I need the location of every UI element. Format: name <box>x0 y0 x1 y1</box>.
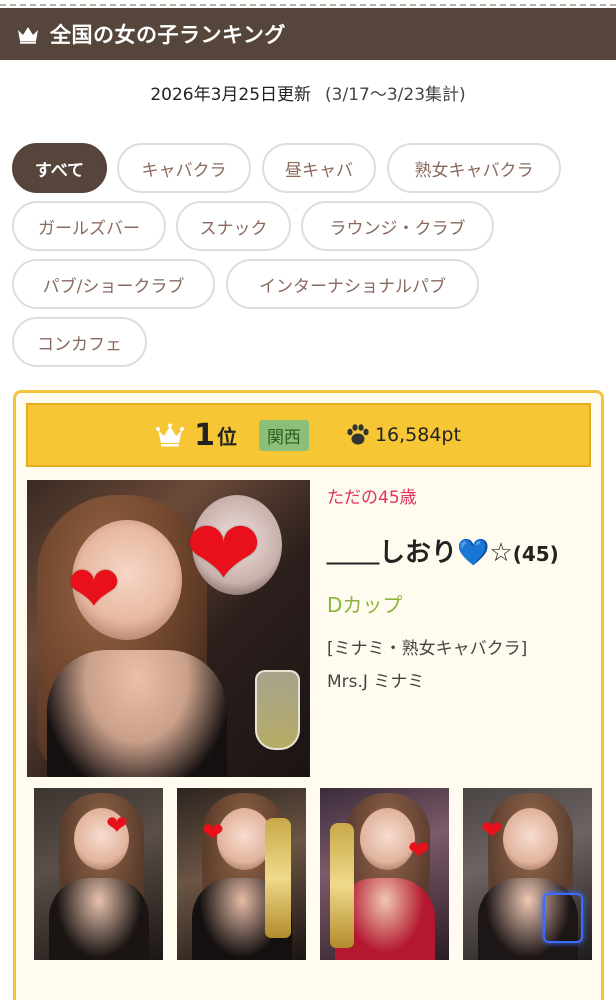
category-chip-international-pub[interactable]: インターナショナルパブ <box>226 259 479 309</box>
thumbnail-photo[interactable]: ❤ <box>320 788 449 960</box>
chip-label: キャバクラ <box>141 160 227 181</box>
heart-sticker-icon: ❤ <box>408 836 430 866</box>
heart-sticker-icon: ❤ <box>481 816 503 846</box>
points-value: 16,584pt <box>374 424 461 446</box>
heart-sticker-icon: ❤ <box>185 500 263 607</box>
crown-icon <box>16 24 40 44</box>
girl-name[interactable]: ＿＿しおり💙☆(45) <box>327 532 602 569</box>
chip-label: パブ/ショークラブ <box>42 276 185 297</box>
category-chip-day-cabaret[interactable]: 昼キャバ <box>262 143 376 193</box>
champagne-bottle <box>330 823 354 948</box>
category-chip-pub-show[interactable]: パブ/ショークラブ <box>12 259 215 309</box>
aggregation-range: (3/17〜3/23集計) <box>325 85 466 105</box>
update-date: 2026年3月25日更新 <box>150 85 312 105</box>
chip-label: スナック <box>199 218 268 239</box>
girl-name-text: ＿＿しおり💙☆ <box>327 538 513 568</box>
thumbnail-gallery: ❤ ❤ ❤ ❤ <box>34 788 594 960</box>
ranking-card[interactable]: 1 位 関西 16,584pt ❤ ❤ ただの45歳 ＿＿しおり💙☆(45) D… <box>13 390 604 1000</box>
heart-sticker-icon: ❤ <box>202 818 224 848</box>
cup-size: Dカップ <box>327 593 403 617</box>
chip-label: 熟女キャバクラ <box>414 160 534 181</box>
catchphrase: ただの45歳 <box>327 488 417 508</box>
thumbnail-photo[interactable]: ❤ <box>34 788 163 960</box>
category-chip-girls-bar[interactable]: ガールズバー <box>12 201 166 251</box>
chip-label: コンカフェ <box>37 334 122 355</box>
page-title: 全国の女の子ランキング <box>50 23 286 47</box>
neon-sign <box>543 893 583 943</box>
shop-area-type: [ミナミ・熟女キャバクラ] <box>327 639 528 659</box>
rank-suffix: 位 <box>216 424 237 449</box>
category-chip-lounge-club[interactable]: ラウンジ・クラブ <box>301 201 494 251</box>
thumb-face <box>503 808 558 870</box>
girl-age: (45) <box>512 542 559 566</box>
photo-body <box>47 650 227 777</box>
girl-info: ただの45歳 ＿＿しおり💙☆(45) Dカップ [ミナミ・熟女キャバクラ] Mr… <box>327 483 602 692</box>
category-chip-concept-cafe[interactable]: コンカフェ <box>12 317 147 367</box>
crown-icon <box>156 423 185 447</box>
chip-label: インターナショナルパブ <box>259 276 446 297</box>
wine-glass <box>255 670 300 750</box>
category-chip-mature-cabaret[interactable]: 熟女キャバクラ <box>387 143 561 193</box>
chip-label: すべて <box>34 160 85 181</box>
shop-name[interactable]: Mrs.J ミナミ <box>327 667 602 692</box>
thumb-body <box>49 878 149 960</box>
update-info: 2026年3月25日更新 (3/17〜3/23集計) <box>0 80 616 105</box>
region-badge: 関西 <box>258 419 309 451</box>
heart-sticker-icon: ❤ <box>67 553 121 627</box>
chip-label: 昼キャバ <box>285 160 353 181</box>
champagne-bottle <box>265 818 291 938</box>
category-chip-all[interactable]: すべて <box>12 143 107 193</box>
thumb-face <box>217 808 272 870</box>
thumbnail-photo[interactable]: ❤ <box>177 788 306 960</box>
thumbnail-photo[interactable]: ❤ <box>463 788 592 960</box>
category-chip-cabaret[interactable]: キャバクラ <box>117 143 251 193</box>
paw-icon <box>345 423 371 447</box>
heart-sticker-icon: ❤ <box>106 811 128 841</box>
chip-label: ガールズバー <box>38 218 140 239</box>
page-header: 全国の女の子ランキング <box>0 0 616 60</box>
category-chip-snack[interactable]: スナック <box>176 201 291 251</box>
main-photo[interactable]: ❤ ❤ <box>27 480 310 777</box>
chip-label: ラウンジ・クラブ <box>329 218 466 239</box>
thumb-face <box>360 808 415 870</box>
rank-number: 1 <box>194 417 215 453</box>
rank-header: 1 位 関西 16,584pt <box>26 403 591 467</box>
